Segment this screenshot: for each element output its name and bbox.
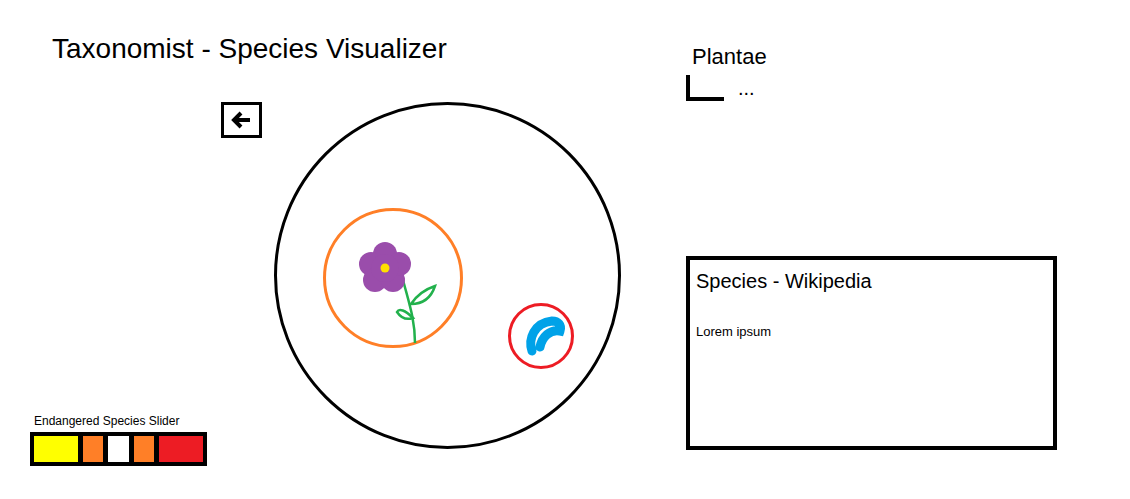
tree-root[interactable]: Plantae: [686, 43, 1130, 71]
left-column: Endangered Species Slider: [0, 102, 274, 466]
endangered-slider[interactable]: Endangered Species Slider: [30, 413, 262, 466]
crescent-icon: [508, 303, 574, 369]
app: Taxonomist - Species Visualizer Endangere…: [0, 0, 1130, 499]
main-section: Taxonomist - Species Visualizer Endangere…: [0, 0, 660, 499]
back-button[interactable]: [221, 102, 262, 138]
info-panel: Species - Wikipedia Lorem ipsum: [686, 256, 1057, 450]
crescent-node[interactable]: [508, 303, 574, 369]
slider-track[interactable]: [30, 432, 207, 466]
slider-label: Endangered Species Slider: [30, 413, 262, 432]
flower-node[interactable]: [323, 208, 463, 348]
side-section: Plantae... Species - Wikipedia Lorem ipsum: [660, 0, 1130, 499]
tree-branch-line: [686, 75, 724, 101]
taxonomy-circle: [274, 102, 621, 449]
app-title: Taxonomist - Species Visualizer: [0, 0, 660, 67]
slider-thumb[interactable]: [108, 436, 128, 462]
slider-segment: [34, 436, 78, 462]
tree-child[interactable]: ...: [686, 75, 1130, 101]
slider-segment: [159, 436, 203, 462]
visualizer-row: Endangered Species Slider: [0, 102, 660, 466]
taxonomy-tree: Plantae...: [686, 0, 1130, 101]
info-panel-title: Species - Wikipedia: [696, 268, 1053, 294]
flower-icon: [323, 208, 463, 348]
slider-segment: [134, 436, 154, 462]
arrow-left-icon: [230, 110, 254, 130]
slider-segment: [83, 436, 103, 462]
info-panel-body: Lorem ipsum: [696, 324, 1053, 340]
